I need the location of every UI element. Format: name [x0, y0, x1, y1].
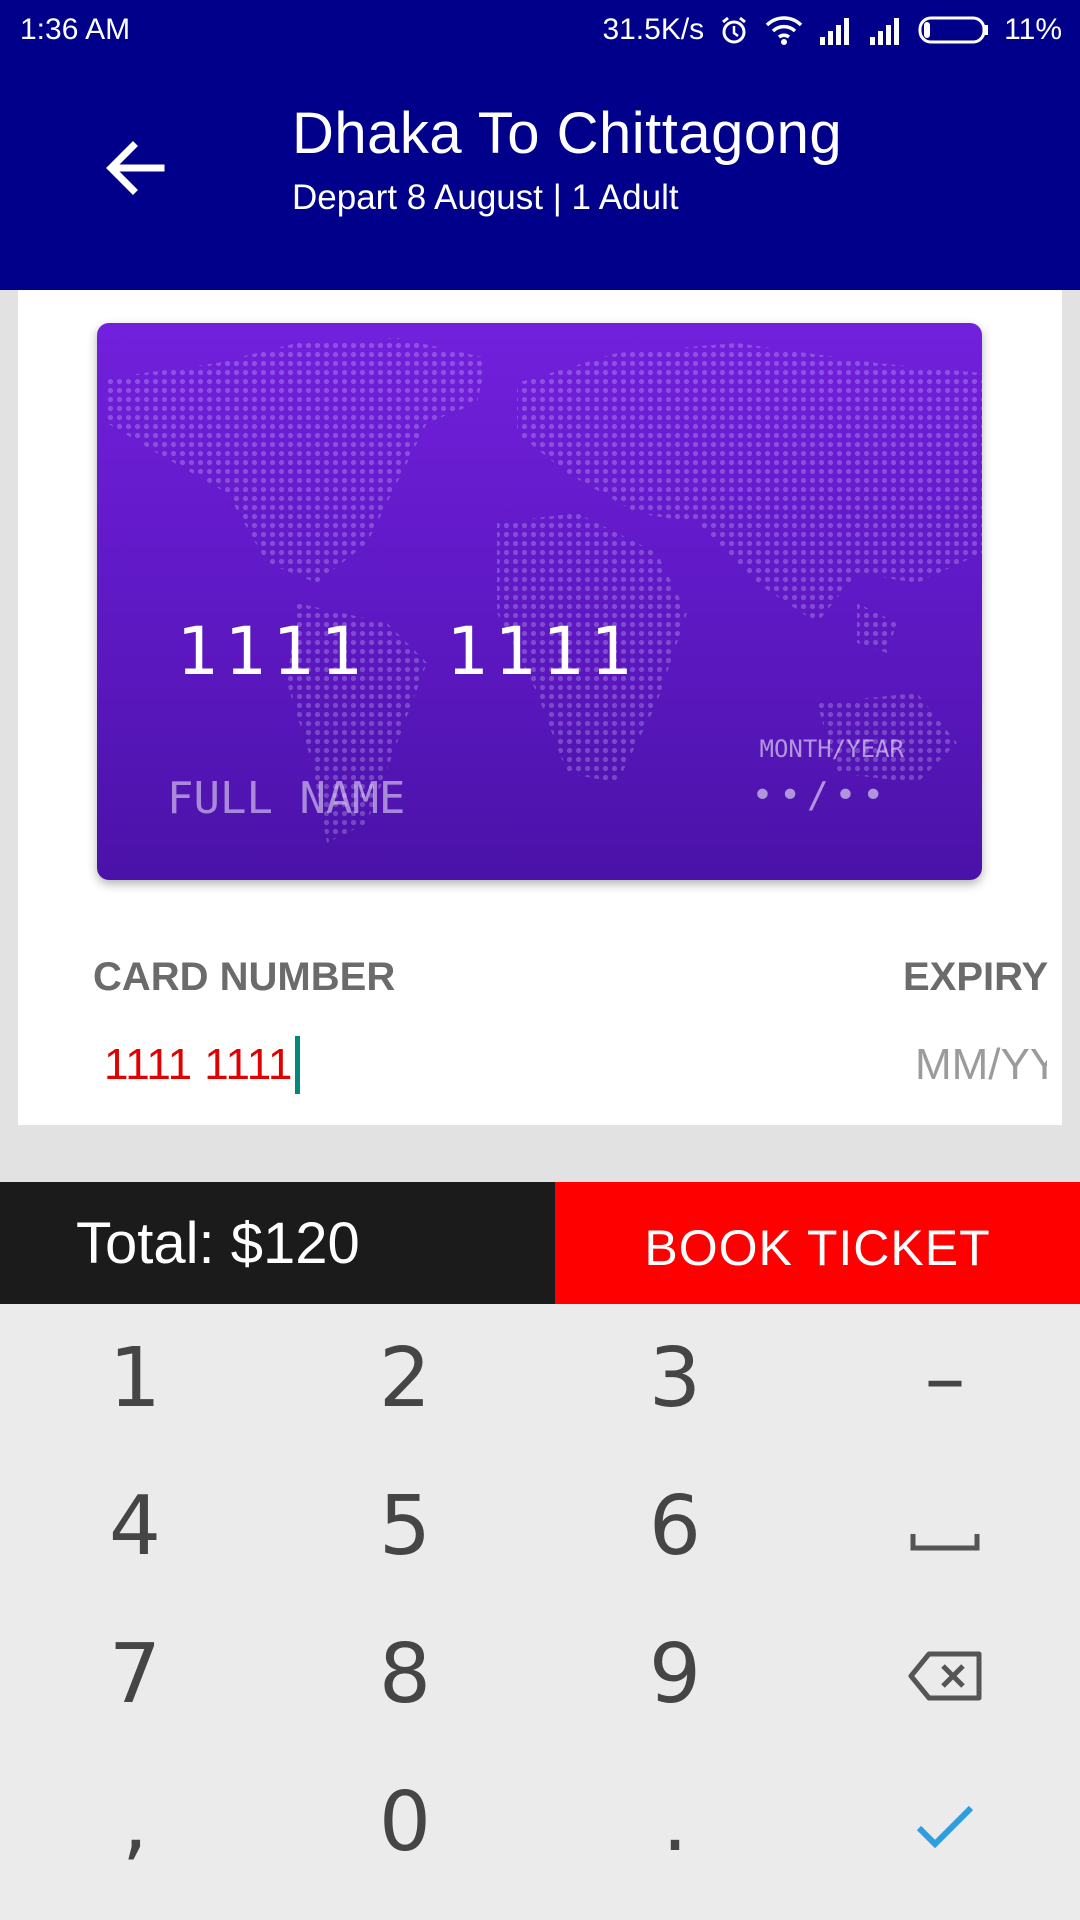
page-subtitle: Depart 8 August | 1 Adult: [292, 178, 679, 217]
wifi-icon: [764, 14, 804, 46]
key-3[interactable]: 3: [540, 1304, 810, 1452]
numeric-keyboard: 1 2 3 – 4 5 6 7 8 9 , 0 .: [0, 1304, 1080, 1920]
key-8[interactable]: 8: [270, 1600, 540, 1748]
card-number-label: CARD NUMBER: [93, 955, 396, 999]
card-number-value: 1111 1111: [104, 1040, 293, 1089]
text-cursor: [295, 1036, 301, 1094]
space-icon: [909, 1479, 981, 1574]
app-bar: Dhaka To Chittagong Depart 8 August | 1 …: [0, 60, 1080, 290]
expiry-input[interactable]: MM/YY: [915, 1030, 1047, 1100]
key-2[interactable]: 2: [270, 1304, 540, 1452]
key-4[interactable]: 4: [0, 1452, 270, 1600]
alarm-icon: [718, 14, 750, 46]
page-title: Dhaka To Chittagong: [292, 101, 843, 166]
card-expiry-label: MONTH/YEAR: [759, 735, 905, 763]
battery-icon: [918, 15, 990, 45]
battery-percent: 11%: [1004, 13, 1062, 46]
card-number-preview: 1111 1111: [177, 613, 639, 690]
credit-card-preview: 1111 1111 FULL NAME MONTH/YEAR ••/••: [97, 323, 982, 880]
key-backspace[interactable]: [810, 1600, 1080, 1748]
signal-icon: [868, 15, 904, 45]
total-price-text: Total: $120: [76, 1210, 360, 1276]
key-9[interactable]: 9: [540, 1600, 810, 1748]
key-dash[interactable]: –: [810, 1304, 1080, 1452]
backspace-icon: [907, 1627, 983, 1722]
key-done[interactable]: [810, 1748, 1080, 1896]
key-space[interactable]: [810, 1452, 1080, 1600]
key-5[interactable]: 5: [270, 1452, 540, 1600]
arrow-back-icon: [103, 136, 167, 205]
status-bar: 1:36 AM 31.5K/s 11%: [0, 0, 1080, 60]
key-1[interactable]: 1: [0, 1304, 270, 1452]
key-comma[interactable]: ,: [0, 1748, 270, 1896]
total-price: Total: $120: [0, 1182, 555, 1304]
status-time: 1:36 AM: [20, 13, 131, 46]
key-7[interactable]: 7: [0, 1600, 270, 1748]
key-6[interactable]: 6: [540, 1452, 810, 1600]
book-ticket-button[interactable]: BOOK TICKET: [555, 1182, 1080, 1304]
key-period[interactable]: .: [540, 1748, 810, 1896]
network-speed: 31.5K/s: [602, 13, 705, 46]
status-indicators: 31.5K/s 11%: [602, 13, 1062, 47]
checkmark-icon: [915, 1775, 975, 1870]
key-0[interactable]: 0: [270, 1748, 540, 1896]
back-button[interactable]: [95, 130, 175, 210]
expiry-label: EXPIRY: [903, 955, 1049, 999]
signal-icon: [818, 15, 854, 45]
card-holder-name: FULL NAME: [167, 773, 406, 824]
expiry-placeholder: MM/YY: [915, 1040, 1047, 1089]
card-number-input[interactable]: 1111 1111: [104, 1030, 604, 1100]
card-expiry-value: ••/••: [751, 775, 890, 816]
